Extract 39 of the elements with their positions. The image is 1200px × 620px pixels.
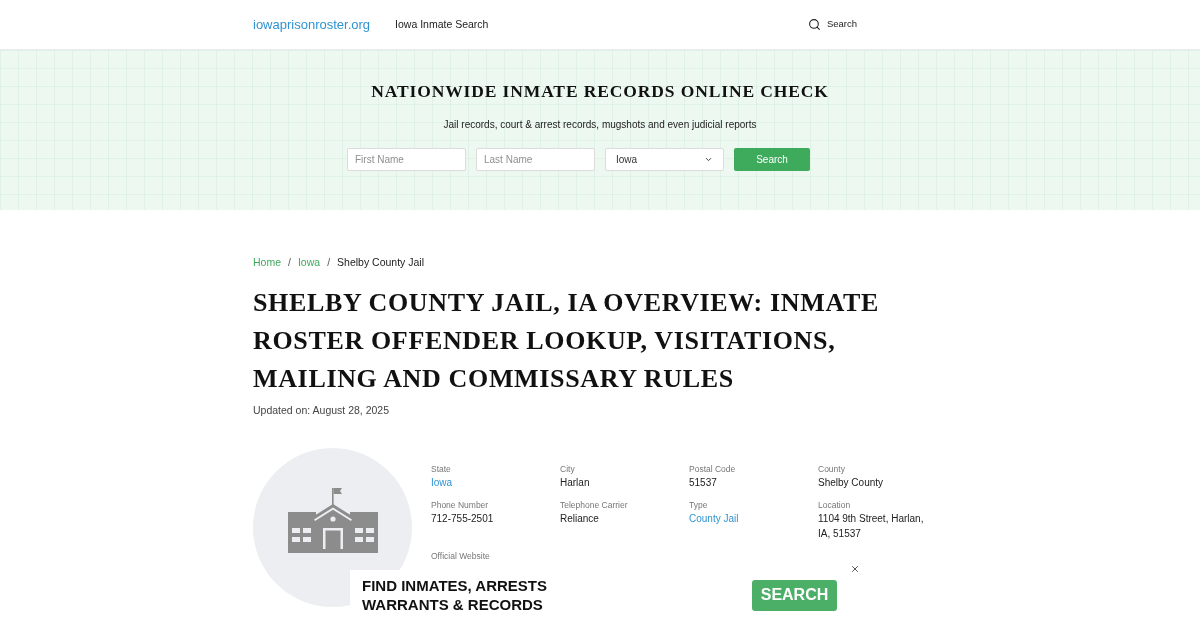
close-icon (850, 564, 860, 574)
fact-label: City (560, 463, 576, 475)
hero-subtitle: Jail records, court & arrest records, mugshots and even judicial reports (442, 118, 758, 132)
breadcrumb-separator: / (288, 255, 291, 270)
fact-label: Location (818, 499, 852, 511)
fact-value: 51537 (689, 476, 718, 490)
current-page-label: Shelby County Jail (337, 255, 424, 270)
page-title: SHELBY COUNTY JAIL, IA OVERVIEW: INMATE ROSTER OFFENDER LOOKUP, VISITATIONS, MAILING AND COMMISSARY RULES (253, 287, 880, 395)
last-name-field[interactable]: Last Name (476, 148, 595, 171)
first-name-field[interactable]: First Name (347, 148, 466, 171)
site-logo[interactable]: iowaprisonroster.org (253, 14, 371, 35)
ad-headline: FIND INMATES, ARRESTS WARRANTS & RECORDS (362, 576, 548, 614)
hero-title: NATIONWIDE INMATE RECORDS ONLINE CHECK (370, 80, 830, 102)
search-submit-button[interactable]: Search (734, 148, 810, 171)
fact-link[interactable]: County Jail (689, 511, 806, 526)
breadcrumb-link[interactable]: Iowa (297, 254, 321, 270)
ad-search-button[interactable]: SEARCH (752, 579, 837, 611)
fact-value: 1104 9th Street, Harlan, IA, 51537 (818, 512, 925, 541)
fact-label: Phone Number (431, 499, 490, 511)
fact-value: Harlan (560, 476, 591, 490)
fact-link[interactable]: Iowa (431, 475, 548, 490)
updated-date: Updated on: August 28, 2025 (253, 403, 391, 418)
nav-link[interactable]: Iowa Inmate Search (395, 16, 489, 33)
search-button[interactable]: Search (807, 17, 857, 32)
breadcrumb-separator: / (327, 255, 331, 270)
close-button[interactable] (850, 564, 860, 574)
fact-value: Shelby County (818, 476, 885, 490)
breadcrumb-link[interactable]: Home (253, 254, 281, 270)
fact-label: Postal Code (689, 463, 737, 475)
fact-label: State (431, 463, 452, 475)
chevron-icon (704, 155, 713, 164)
fact-value: 712-755-2501 (431, 512, 495, 526)
fact-label: Type (689, 499, 709, 511)
fact-label: County (818, 463, 846, 475)
fact-value: Reliance (560, 512, 600, 526)
state-select[interactable]: Iowa (605, 148, 724, 171)
fact-label: Telephone Carrier (560, 499, 629, 511)
fact-label: Official Website (431, 550, 491, 562)
search-icon (807, 18, 821, 31)
